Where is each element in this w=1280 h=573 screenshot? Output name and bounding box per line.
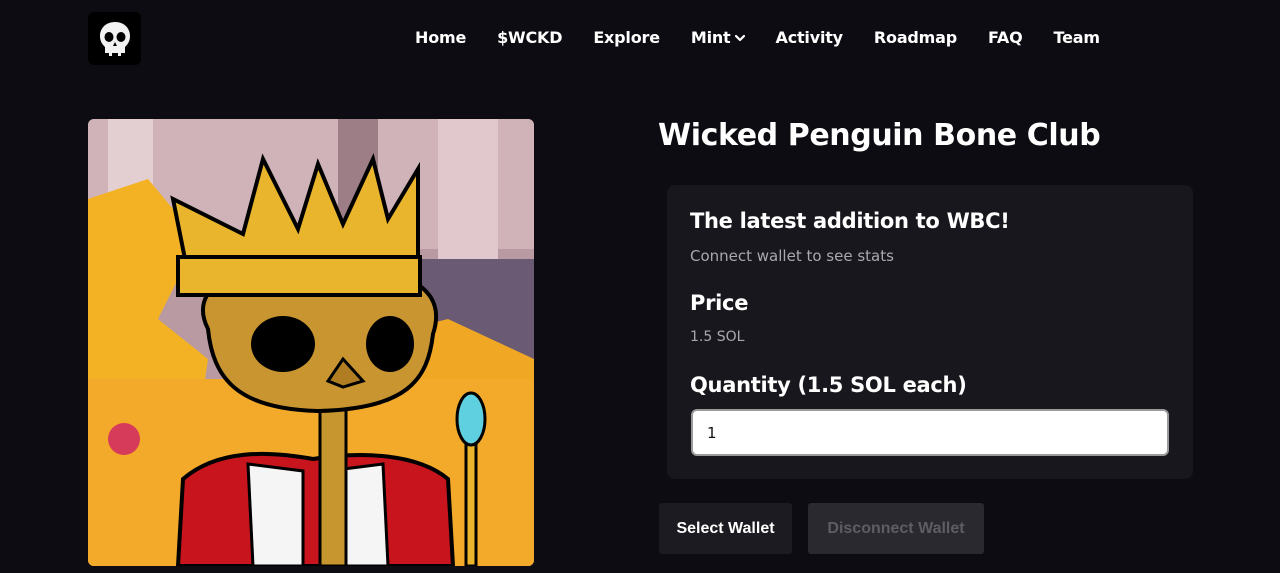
skull-icon bbox=[99, 21, 130, 56]
nav-home[interactable]: Home bbox=[415, 28, 466, 47]
main-nav: Home $WCKD Explore Mint Activity Roadmap… bbox=[415, 28, 1100, 47]
select-wallet-button[interactable]: Select Wallet bbox=[659, 503, 792, 554]
site-logo[interactable] bbox=[88, 12, 141, 65]
mint-info-card: The latest addition to WBC! Connect wall… bbox=[667, 185, 1193, 479]
nav-team[interactable]: Team bbox=[1054, 28, 1101, 47]
nav-mint-label: Mint bbox=[690, 28, 731, 47]
nav-wckd[interactable]: $WCKD bbox=[497, 28, 562, 47]
nav-explore[interactable]: Explore bbox=[593, 28, 660, 47]
chevron-down-icon bbox=[734, 34, 745, 41]
nav-activity[interactable]: Activity bbox=[776, 28, 844, 47]
card-heading: The latest addition to WBC! bbox=[690, 209, 1010, 233]
price-label: Price bbox=[690, 291, 749, 315]
nav-faq[interactable]: FAQ bbox=[988, 28, 1023, 47]
disconnect-wallet-button[interactable]: Disconnect Wallet bbox=[808, 503, 984, 554]
nav-mint[interactable]: Mint bbox=[691, 28, 745, 47]
card-subheading: Connect wallet to see stats bbox=[690, 247, 894, 265]
price-value: 1.5 SOL bbox=[690, 329, 745, 345]
nft-preview-image bbox=[88, 119, 534, 566]
quantity-input[interactable] bbox=[691, 409, 1169, 456]
quantity-label: Quantity (1.5 SOL each) bbox=[690, 373, 967, 397]
nav-roadmap[interactable]: Roadmap bbox=[874, 28, 957, 47]
page-title: Wicked Penguin Bone Club bbox=[658, 118, 1101, 153]
